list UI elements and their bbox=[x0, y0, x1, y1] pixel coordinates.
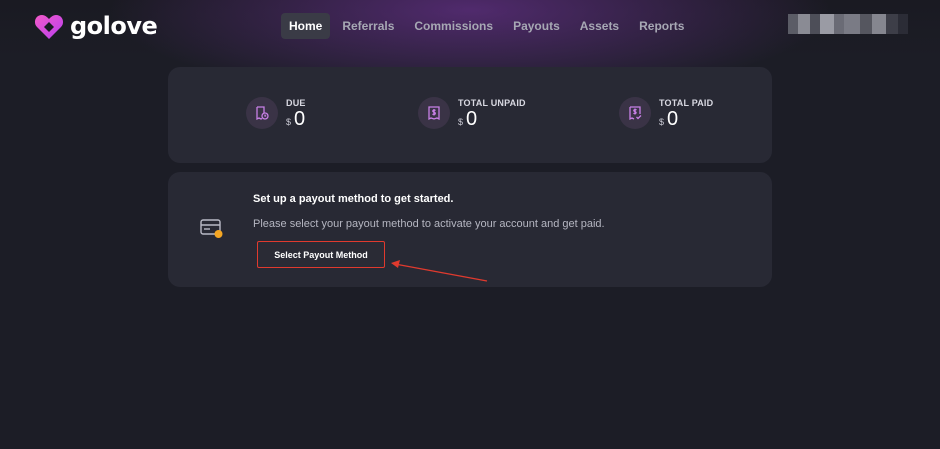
dollar-receipt-check-icon bbox=[619, 97, 651, 129]
stat-label: TOTAL PAID bbox=[659, 98, 714, 108]
select-payout-method-button[interactable]: Select Payout Method bbox=[257, 241, 385, 268]
payout-description: Please select your payout method to acti… bbox=[253, 218, 605, 230]
dollar-receipt-icon bbox=[418, 97, 450, 129]
currency-symbol: $ bbox=[659, 117, 665, 127]
nav-commissions[interactable]: Commissions bbox=[406, 13, 501, 39]
currency-symbol: $ bbox=[458, 117, 464, 127]
payout-title: Set up a payout method to get started. bbox=[253, 193, 454, 205]
stats-card: DUE $ 0 TOTAL UNPAID $ 0 TOTAL PAID $ 0 bbox=[168, 67, 772, 163]
receipt-clock-icon bbox=[246, 97, 278, 129]
top-navigation-bar: golove Home Referrals Commissions Payout… bbox=[0, 0, 940, 52]
nav-home[interactable]: Home bbox=[281, 13, 331, 39]
payout-setup-card: Set up a payout method to get started. P… bbox=[168, 172, 772, 287]
stat-value: 0 bbox=[667, 108, 679, 130]
nav-assets[interactable]: Assets bbox=[572, 13, 627, 39]
nav-payouts[interactable]: Payouts bbox=[505, 13, 568, 39]
credit-card-pending-icon bbox=[200, 217, 224, 241]
brand-logo[interactable]: golove bbox=[34, 11, 158, 41]
stat-value: 0 bbox=[466, 108, 478, 130]
stat-label: TOTAL UNPAID bbox=[458, 98, 526, 108]
main-nav: Home Referrals Commissions Payouts Asset… bbox=[281, 13, 692, 39]
stat-label: DUE bbox=[286, 98, 306, 108]
stat-value: 0 bbox=[294, 108, 306, 130]
nav-reports[interactable]: Reports bbox=[631, 13, 692, 39]
currency-symbol: $ bbox=[286, 117, 292, 127]
stat-total-paid: TOTAL PAID $ 0 bbox=[619, 97, 713, 129]
stat-total-unpaid: TOTAL UNPAID $ 0 bbox=[418, 97, 526, 129]
nav-referrals[interactable]: Referrals bbox=[334, 13, 402, 39]
brand-name: golove bbox=[70, 12, 158, 40]
user-menu-blurred[interactable] bbox=[788, 14, 908, 34]
stat-due: DUE $ 0 bbox=[246, 97, 306, 129]
heart-diamond-logo-icon bbox=[34, 15, 64, 39]
